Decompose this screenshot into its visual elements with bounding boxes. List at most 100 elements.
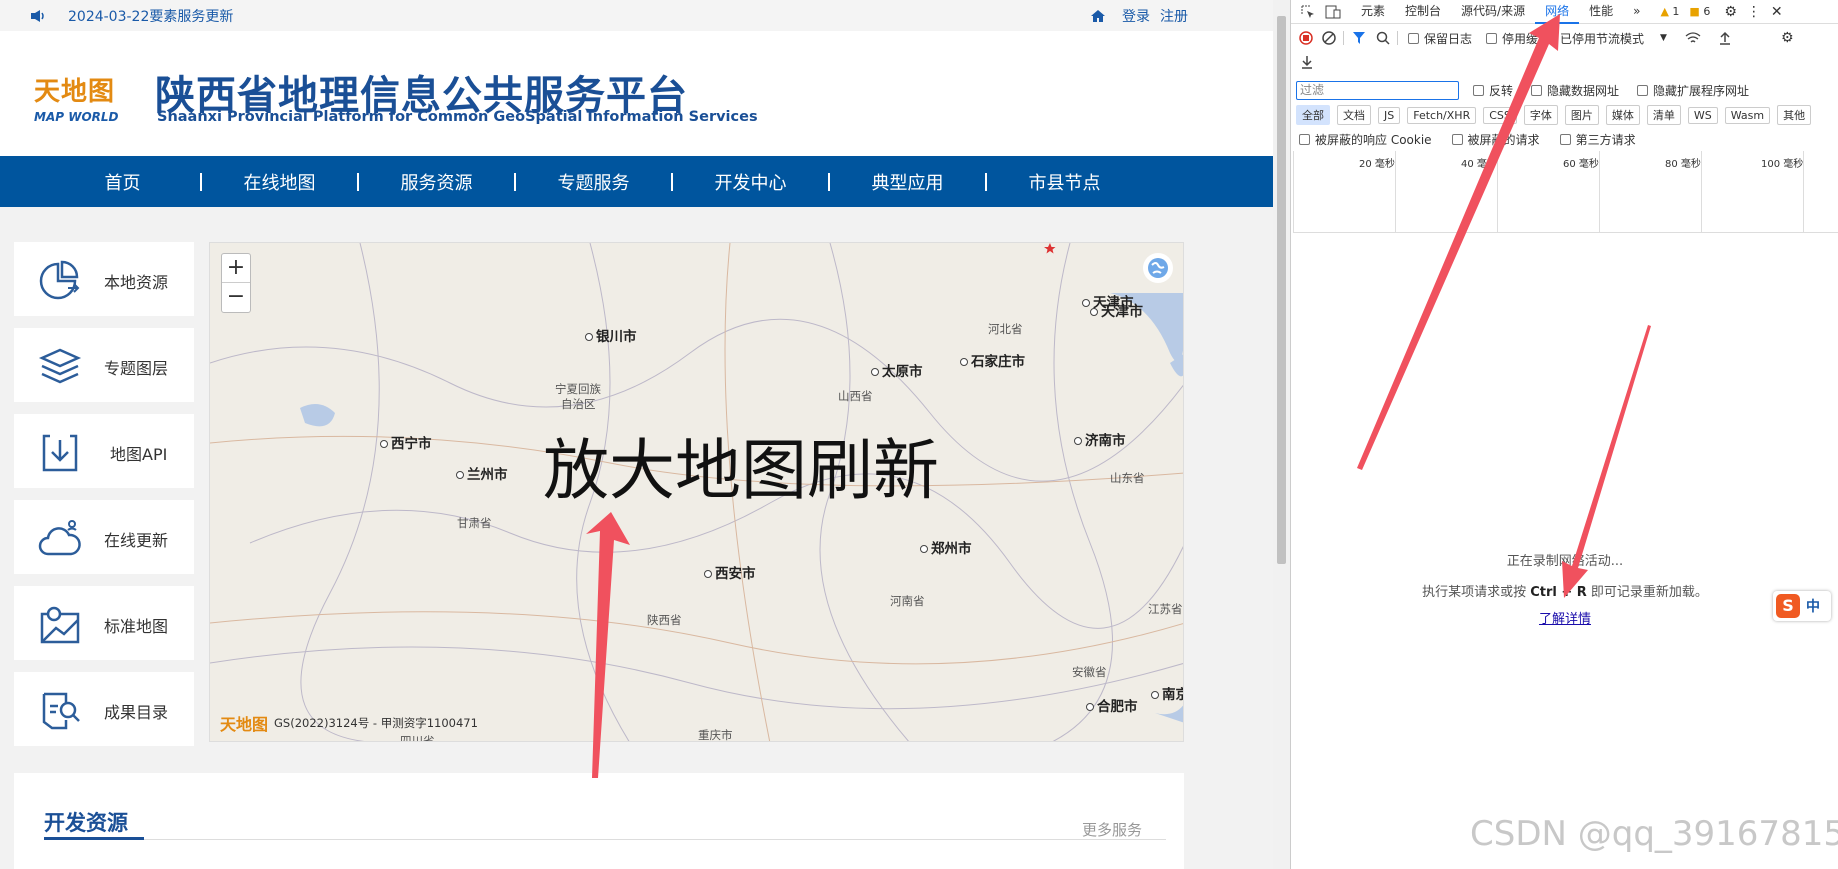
- message-icon: ■: [1689, 5, 1700, 18]
- chip-css[interactable]: CSS: [1483, 106, 1517, 124]
- section-title: 开发资源: [44, 811, 128, 835]
- nav-item-service-resources[interactable]: 服务资源: [359, 169, 514, 195]
- chip-other[interactable]: 其他: [1777, 105, 1812, 125]
- chip-font[interactable]: 字体: [1523, 105, 1558, 125]
- tab-performance[interactable]: 性能: [1579, 0, 1623, 24]
- close-icon[interactable]: ✕: [1771, 4, 1783, 20]
- reload-shortcut: Ctrl + R: [1530, 585, 1587, 600]
- record-stop-icon[interactable]: [1299, 31, 1313, 45]
- main-nav: 首页 在线地图 服务资源 专题服务 开发中心 典型应用 市县节点: [0, 156, 1273, 207]
- blocked-requests-checkbox[interactable]: [1451, 133, 1463, 145]
- preserve-log-checkbox[interactable]: [1408, 32, 1419, 44]
- sidebar-item-thematic-layers[interactable]: 专题图层: [14, 328, 194, 402]
- network-timeline[interactable]: 20 毫秒 40 毫秒 60 毫秒 80 毫秒 100 毫秒: [1293, 151, 1838, 233]
- notice-text[interactable]: 2024-03-22要素服务更新: [68, 6, 233, 26]
- timeline-tick-label: 80 毫秒: [1665, 159, 1701, 170]
- network-settings-gear-icon[interactable]: ⚙: [1781, 30, 1794, 46]
- sidebar-item-label: 标准地图: [104, 617, 169, 636]
- city-label: 银川市: [585, 325, 637, 345]
- blocked-cookies-checkbox[interactable]: [1299, 133, 1310, 145]
- inspect-element-icon[interactable]: [1301, 5, 1315, 19]
- nav-item-home[interactable]: 首页: [45, 169, 200, 195]
- chip-wasm[interactable]: Wasm: [1724, 106, 1771, 124]
- zoom-out-button[interactable]: −: [222, 283, 250, 312]
- chip-manifest[interactable]: 清单: [1646, 105, 1681, 125]
- province-label: 自治区: [561, 397, 596, 411]
- sidebar-item-local-resources[interactable]: 本地资源: [14, 242, 194, 316]
- upload-icon[interactable]: [1719, 31, 1731, 45]
- reload-hint: 执行某项请求或按 Ctrl + R 即可记录重新加载。: [1291, 581, 1838, 600]
- chevron-down-icon[interactable]: ▼: [1660, 33, 1667, 43]
- zoom-in-button[interactable]: +: [222, 254, 250, 283]
- wifi-settings-icon[interactable]: [1685, 31, 1701, 45]
- sidebar-item-standard-map[interactable]: 标准地图: [14, 586, 194, 660]
- nav-item-county-nodes[interactable]: 市县节点: [987, 169, 1142, 195]
- invert-checkbox[interactable]: [1473, 84, 1484, 96]
- tab-elements[interactable]: 元素: [1351, 0, 1395, 24]
- site-logo[interactable]: 天地图 MAP WORLD: [34, 71, 126, 131]
- page-scrollbar[interactable]: [1273, 0, 1290, 869]
- nav-item-dev-center[interactable]: 开发中心: [673, 169, 828, 195]
- city-label: 西安市: [704, 562, 756, 582]
- sidebar-item-online-update[interactable]: 在线更新: [14, 500, 194, 574]
- register-link[interactable]: 注册: [1160, 6, 1188, 26]
- timeline-gridline: [1497, 151, 1498, 233]
- device-toolbar-icon[interactable]: [1325, 5, 1341, 19]
- timeline-tick-label: 40 毫秒: [1461, 159, 1497, 170]
- warning-icon: ▲: [1660, 5, 1669, 18]
- chip-fetch-xhr[interactable]: Fetch/XHR: [1407, 106, 1477, 124]
- third-party-checkbox[interactable]: [1559, 133, 1571, 145]
- chip-all[interactable]: 全部: [1296, 105, 1330, 125]
- map-view[interactable]: + − 天津市 天津市 银川市 太原市 石家庄市 西宁市 兰州市 济南市 郑州市…: [209, 242, 1184, 742]
- warning-count: 1: [1672, 5, 1680, 18]
- hide-data-urls-checkbox[interactable]: [1531, 84, 1543, 96]
- blocked-cookies-label: 被屏蔽的响应 Cookie: [1315, 132, 1432, 147]
- ime-indicator[interactable]: S 中: [1773, 591, 1831, 621]
- province-label: 河北省: [988, 322, 1023, 336]
- chip-ws[interactable]: WS: [1687, 106, 1718, 124]
- more-tabs-button[interactable]: »: [1623, 0, 1650, 24]
- disable-cache-checkbox[interactable]: [1486, 32, 1498, 44]
- tab-console[interactable]: 控制台: [1395, 0, 1451, 24]
- more-services-link[interactable]: 更多服务: [1082, 819, 1142, 840]
- login-link[interactable]: 登录: [1122, 6, 1150, 26]
- throttle-select[interactable]: 已停用节流模式: [1560, 30, 1644, 47]
- tianditu-logo: 天地图: [220, 715, 269, 734]
- nav-item-thematic-services[interactable]: 专题服务: [516, 169, 671, 195]
- chip-js[interactable]: JS: [1378, 106, 1401, 124]
- chip-media[interactable]: 媒体: [1605, 105, 1640, 125]
- timeline-gridline: [1293, 151, 1294, 233]
- city-label: 济南市: [1074, 429, 1126, 449]
- map-copyright: 天地图 GS(2022)3124号 - 甲测资字1100471: [220, 711, 478, 735]
- kebab-menu-icon[interactable]: ⋮: [1747, 4, 1761, 20]
- chip-img[interactable]: 图片: [1564, 105, 1599, 125]
- globe-icon[interactable]: [1143, 253, 1173, 283]
- filter-input[interactable]: 过滤: [1296, 80, 1459, 100]
- sidebar-item-catalog[interactable]: 成果目录: [14, 672, 194, 746]
- zoom-control: + −: [221, 253, 251, 313]
- message-badge[interactable]: ■ 6: [1689, 5, 1710, 18]
- hide-extension-urls-checkbox[interactable]: [1637, 84, 1649, 96]
- web-page: 2024-03-22要素服务更新 登录 注册 天地图 MAP WORLD 陕西省…: [0, 0, 1273, 869]
- timeline-tick-label: 100 毫秒: [1761, 159, 1804, 170]
- toolbar-divider: [1343, 31, 1344, 45]
- clear-icon[interactable]: [1322, 31, 1336, 45]
- download-icon[interactable]: [1301, 55, 1313, 69]
- hide-extension-urls-label: 隐藏扩展程序网址: [1653, 83, 1750, 98]
- tab-network[interactable]: 网络: [1535, 0, 1580, 24]
- gear-icon[interactable]: ⚙: [1724, 4, 1737, 20]
- nav-item-online-map[interactable]: 在线地图: [202, 169, 357, 195]
- chip-doc[interactable]: 文档: [1337, 105, 1371, 125]
- sidebar-item-map-api[interactable]: 地图API: [14, 414, 194, 488]
- learn-more-link[interactable]: 了解详情: [1291, 608, 1838, 627]
- scrollbar-thumb[interactable]: [1277, 16, 1286, 564]
- nav-item-typical-apps[interactable]: 典型应用: [830, 169, 985, 195]
- filter-icon[interactable]: [1353, 31, 1365, 45]
- home-icon[interactable]: [1090, 9, 1106, 23]
- logo-word: MAP WORLD: [34, 110, 119, 124]
- tab-sources[interactable]: 源代码/来源: [1451, 0, 1535, 24]
- province-label: 宁夏回族: [555, 382, 601, 396]
- search-icon[interactable]: [1376, 31, 1390, 45]
- warning-badge[interactable]: ▲ 1: [1660, 5, 1679, 18]
- notice[interactable]: 2024-03-22要素服务更新: [30, 6, 233, 26]
